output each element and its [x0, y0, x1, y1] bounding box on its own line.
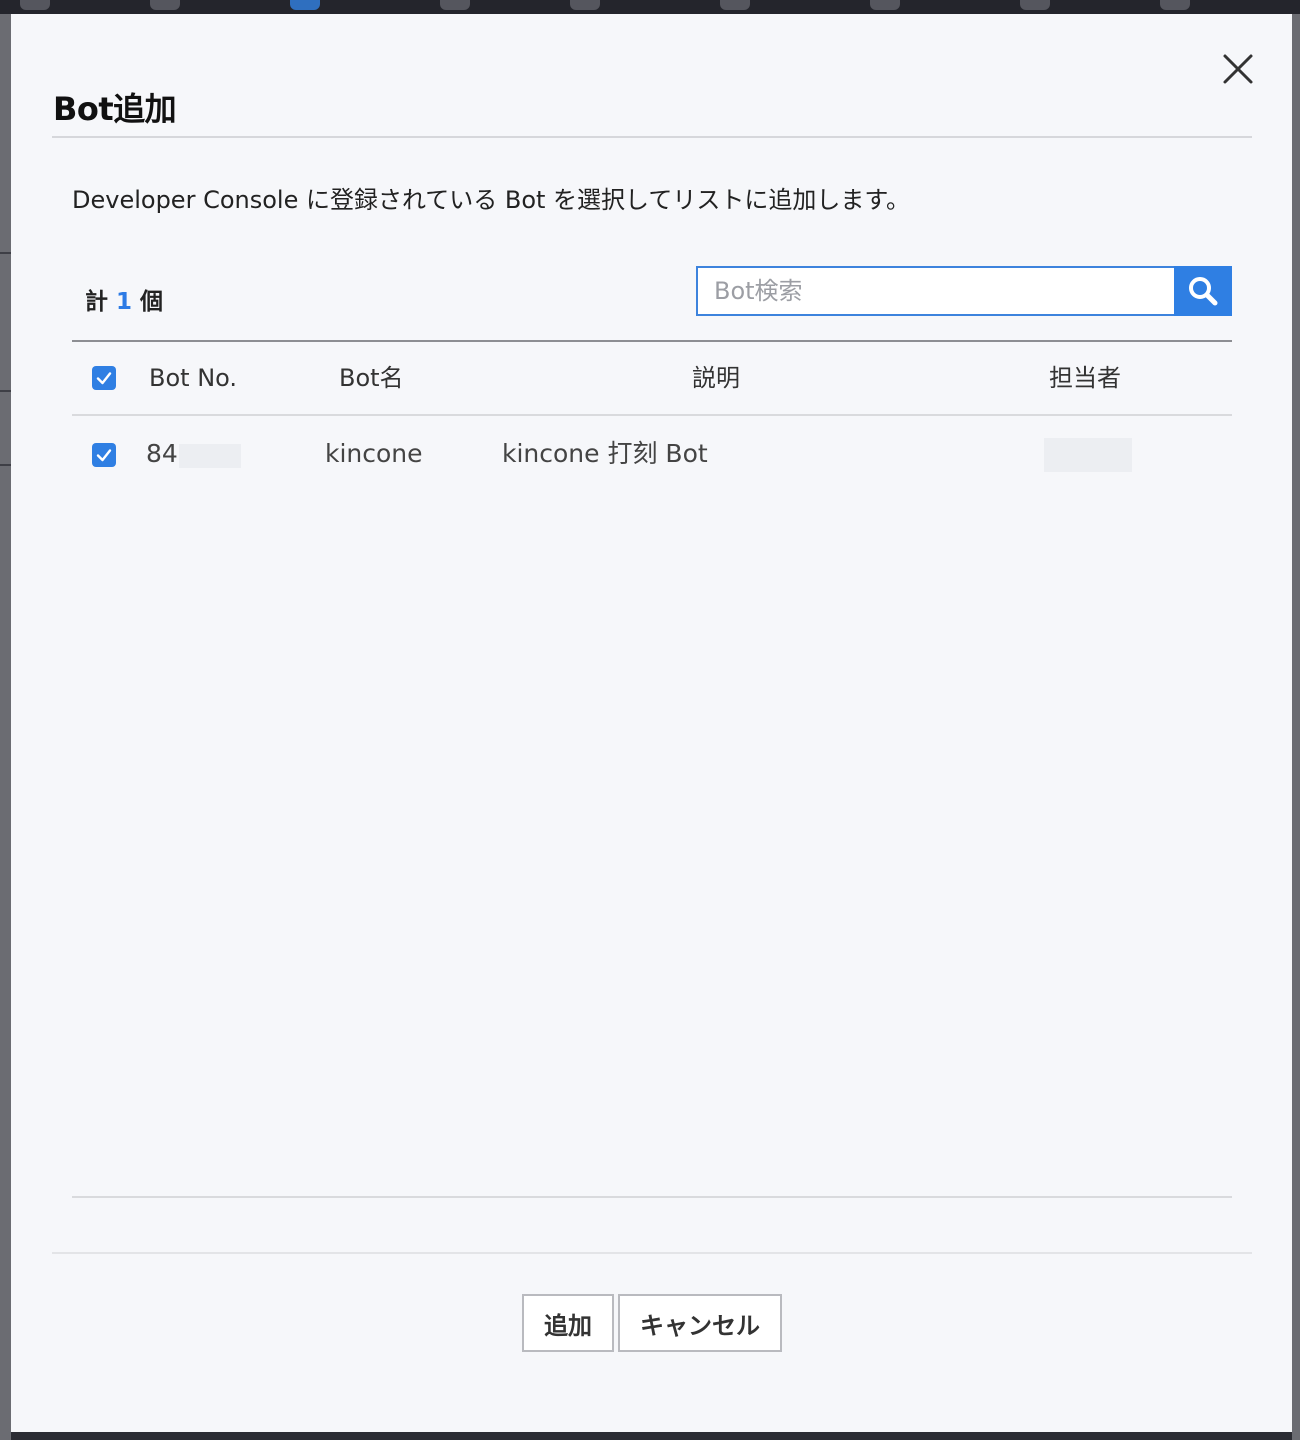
check-icon	[96, 449, 112, 462]
background-right-edge	[1292, 14, 1300, 1440]
topbar-icon	[150, 0, 180, 10]
search-icon	[1189, 277, 1218, 306]
bot-search-input[interactable]	[696, 266, 1174, 316]
column-header-owner[interactable]: 担当者	[1049, 342, 1121, 414]
add-bot-dialog: Bot追加 Developer Console に登録されている Bot を選択…	[11, 14, 1292, 1432]
table-row[interactable]: 84 kincone kincone 打刻 Bot	[72, 416, 1232, 492]
row-bot-no: 84	[146, 439, 178, 468]
topbar-icon	[720, 0, 750, 10]
add-button[interactable]: 追加	[522, 1294, 614, 1352]
row-description: kincone 打刻 Bot	[502, 439, 708, 468]
result-count: 計1個	[85, 282, 163, 316]
close-icon	[1223, 54, 1253, 84]
background-divider	[0, 390, 11, 392]
select-all-checkbox[interactable]	[92, 366, 116, 390]
topbar-icon	[440, 0, 470, 10]
column-header-bot-no[interactable]: Bot No.	[149, 342, 237, 414]
dialog-description: Developer Console に登録されている Bot を選択してリストに…	[72, 186, 910, 214]
title-divider	[52, 136, 1252, 138]
check-icon	[96, 372, 112, 385]
dialog-title: Bot追加	[53, 90, 177, 128]
column-header-bot-name[interactable]: Bot名	[339, 342, 404, 414]
column-header-description[interactable]: 説明	[692, 342, 740, 414]
background-topbar	[0, 0, 1300, 14]
topbar-icon-active	[290, 0, 320, 10]
topbar-icon	[870, 0, 900, 10]
count-prefix: 計	[85, 289, 108, 315]
count-suffix: 個	[140, 289, 164, 315]
bot-search	[696, 266, 1232, 316]
redacted-owner	[1044, 438, 1132, 472]
row-checkbox[interactable]	[92, 443, 116, 467]
list-bottom-divider	[72, 1196, 1232, 1198]
topbar-icon	[1020, 0, 1050, 10]
cancel-button[interactable]: キャンセル	[618, 1294, 782, 1352]
redacted-bot-no	[179, 444, 241, 468]
count-value: 1	[116, 289, 133, 315]
footer-divider	[52, 1252, 1252, 1254]
topbar-icon	[20, 0, 50, 10]
background-divider	[0, 464, 11, 466]
background-divider	[0, 252, 11, 254]
topbar-icon	[570, 0, 600, 10]
topbar-icon	[1160, 0, 1190, 10]
row-bot-name: kincone	[325, 439, 423, 468]
search-button[interactable]	[1174, 266, 1232, 316]
close-button[interactable]	[1221, 52, 1255, 86]
background-left-edge	[0, 14, 11, 1440]
table-header-row: Bot No. Bot名 説明 担当者	[72, 342, 1232, 416]
